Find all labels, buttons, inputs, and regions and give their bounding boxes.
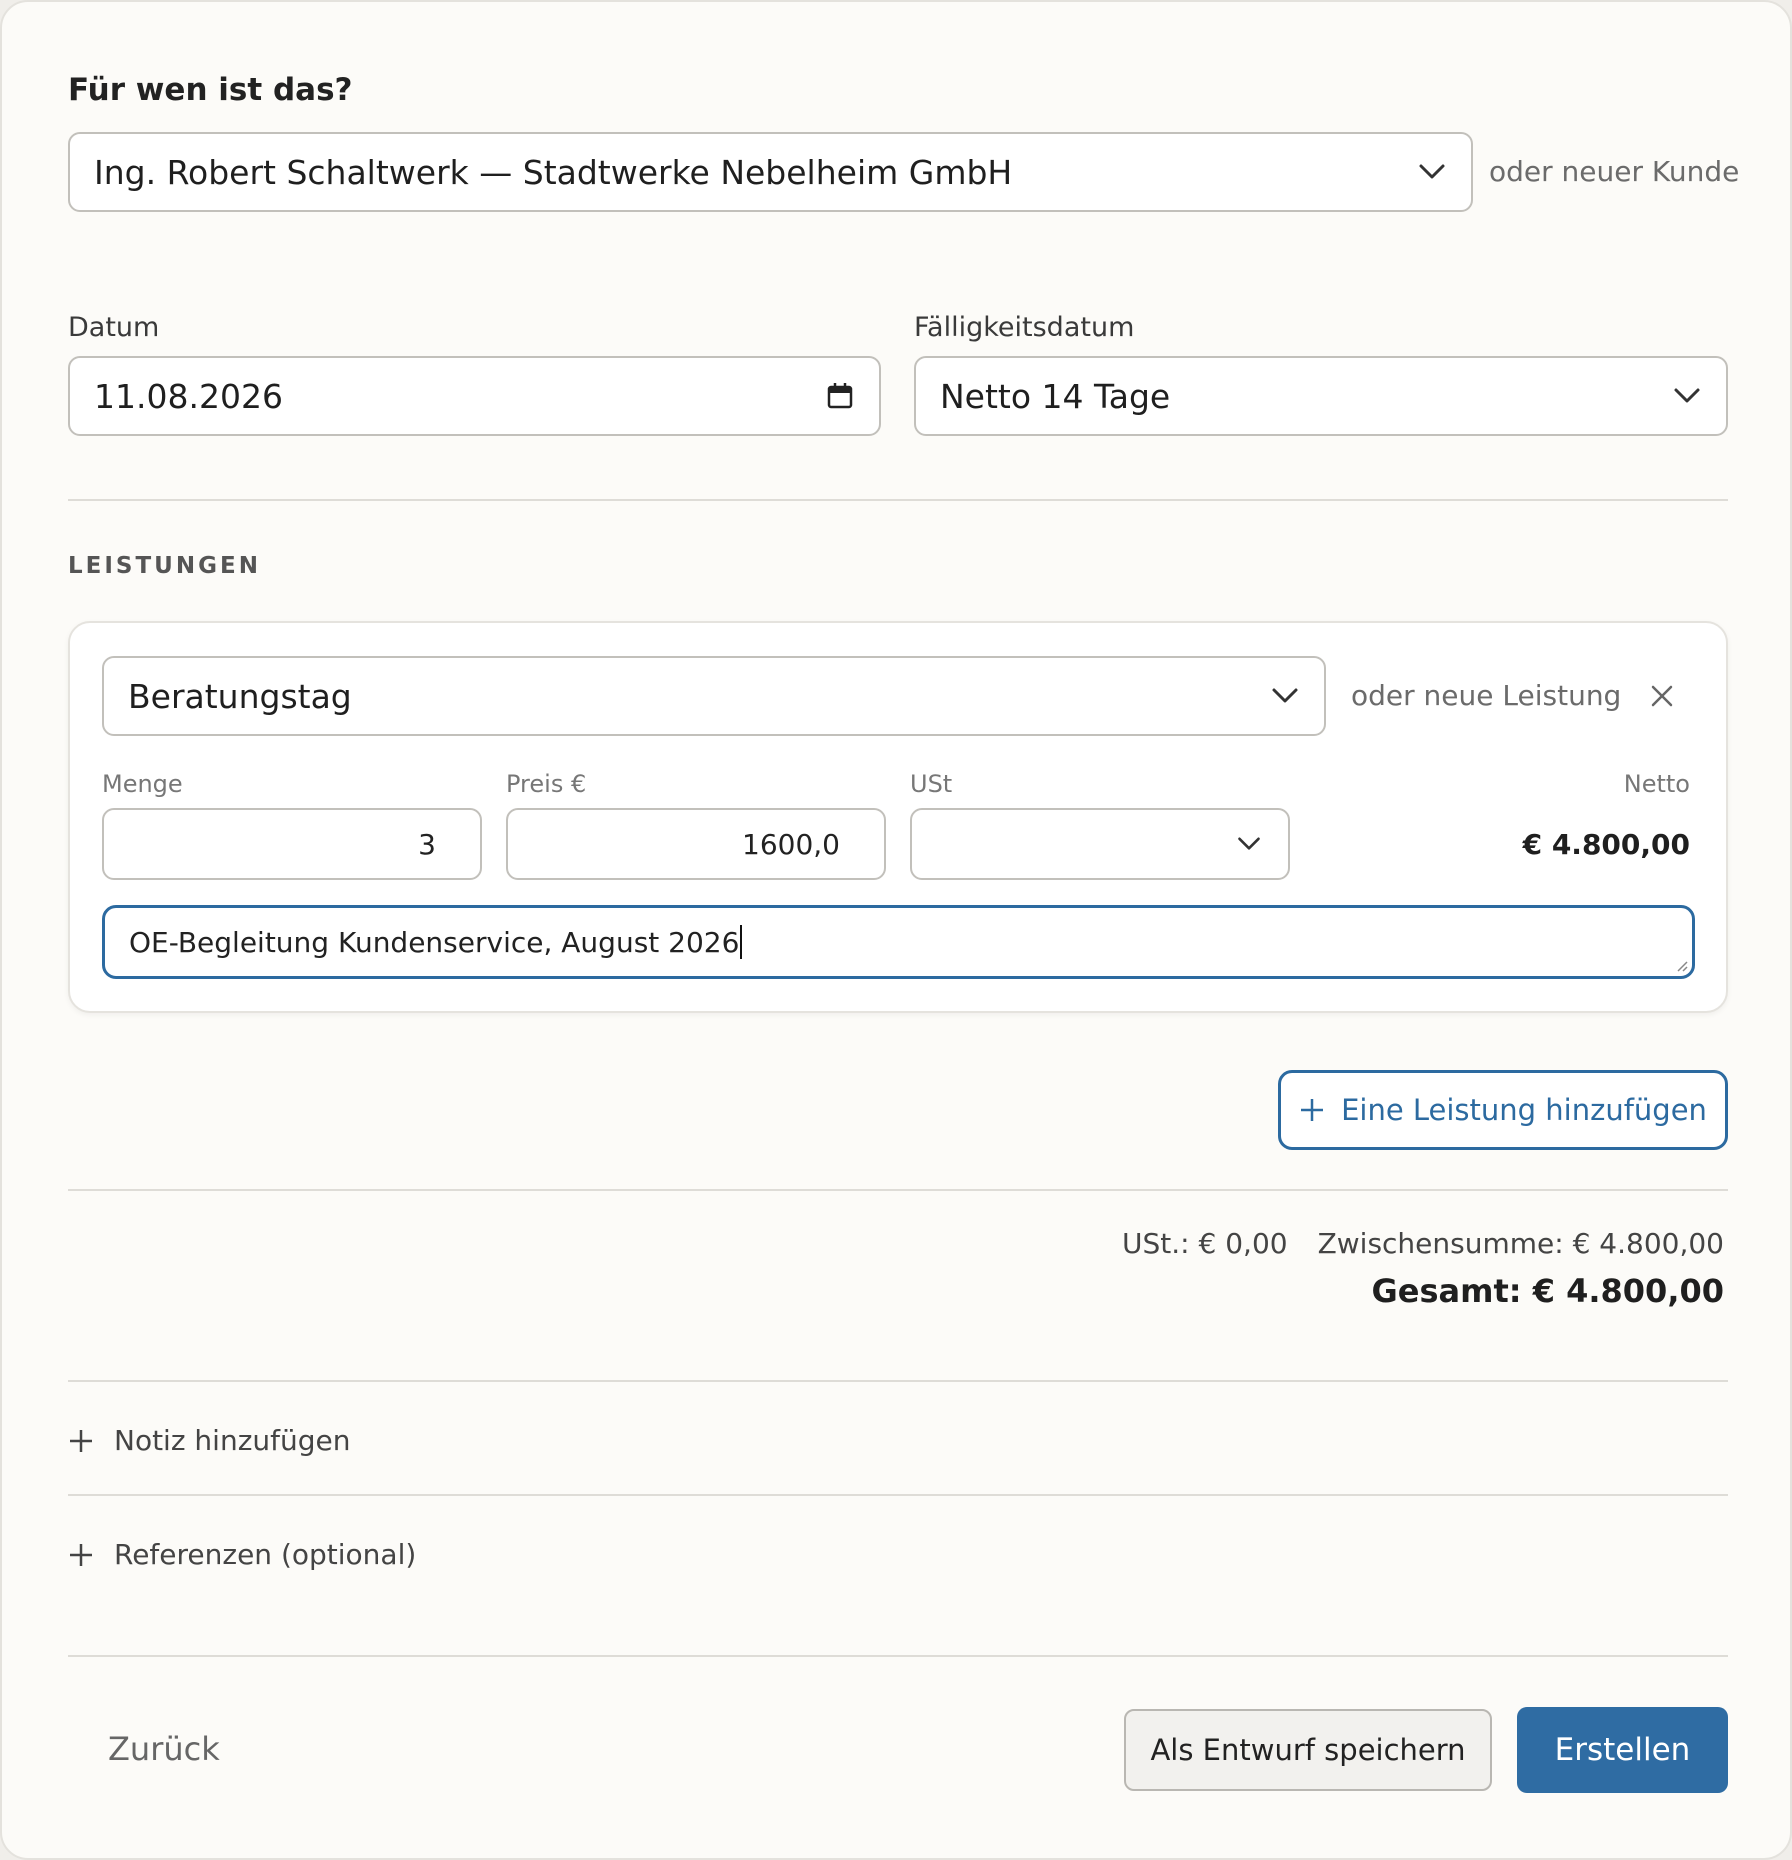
plus-icon xyxy=(1301,1099,1324,1121)
divider xyxy=(68,1189,1728,1191)
quantity-label: Menge xyxy=(102,770,183,798)
chevron-down-icon xyxy=(1270,681,1300,711)
plus-icon xyxy=(68,1428,94,1454)
services-section-title: LEISTUNGEN xyxy=(68,553,261,579)
grand-total: Gesamt: € 4.800,00 xyxy=(1371,1272,1725,1310)
totals-summary: USt.: € 0,00 Zwischensumme: € 4.800,00 xyxy=(1122,1227,1724,1260)
net-amount: € 4.800,00 xyxy=(1522,828,1690,861)
divider xyxy=(68,1655,1728,1657)
vat-total: USt.: € 0,00 xyxy=(1122,1227,1288,1260)
vat-label: USt xyxy=(910,770,953,798)
price-label: Preis € xyxy=(506,770,587,798)
text-caret xyxy=(740,925,743,959)
calendar-icon[interactable] xyxy=(825,381,855,411)
references-label: Referenzen (optional) xyxy=(114,1538,417,1571)
add-note-toggle[interactable]: Notiz hinzufügen xyxy=(68,1424,351,1457)
due-date-label: Fälligkeitsdatum xyxy=(914,312,1135,343)
service-select[interactable]: Beratungstag xyxy=(102,656,1326,736)
customer-heading: Für wen ist das? xyxy=(68,72,353,108)
price-value: 1600,0 xyxy=(742,827,840,861)
service-select-value: Beratungstag xyxy=(128,676,352,716)
add-service-button[interactable]: Eine Leistung hinzufügen xyxy=(1278,1070,1728,1150)
customer-select[interactable]: Ing. Robert Schaltwerk — Stadtwerke Nebe… xyxy=(68,132,1473,212)
quantity-input[interactable]: 3 xyxy=(102,808,482,880)
create-button[interactable]: Erstellen xyxy=(1517,1707,1728,1793)
date-input[interactable]: 11.08.2026 xyxy=(68,356,881,436)
add-service-label: Eine Leistung hinzufügen xyxy=(1341,1093,1707,1127)
close-icon xyxy=(1651,685,1673,707)
references-toggle[interactable]: Referenzen (optional) xyxy=(68,1538,416,1571)
divider xyxy=(68,499,1728,501)
vat-select[interactable] xyxy=(910,808,1290,880)
chevron-down-icon xyxy=(1417,157,1447,187)
chevron-down-icon xyxy=(1672,381,1702,411)
subtotal: Zwischensumme: € 4.800,00 xyxy=(1317,1227,1724,1260)
invoice-form-card: Für wen ist das? Ing. Robert Schaltwerk … xyxy=(0,0,1792,1860)
price-input[interactable]: 1600,0 xyxy=(506,808,886,880)
chevron-down-icon xyxy=(1234,829,1264,859)
plus-icon xyxy=(68,1542,94,1568)
divider xyxy=(68,1494,1728,1496)
due-date-value: Netto 14 Tage xyxy=(940,376,1171,416)
remove-item-button[interactable] xyxy=(1648,682,1676,710)
new-service-link[interactable]: oder neue Leistung xyxy=(1351,679,1621,712)
back-button[interactable]: Zurück xyxy=(108,1730,220,1768)
add-note-label: Notiz hinzufügen xyxy=(114,1424,351,1457)
date-label: Datum xyxy=(68,312,160,343)
description-value: OE-Begleitung Kundenservice, August 2026 xyxy=(129,925,740,959)
resize-handle-icon[interactable] xyxy=(1676,960,1688,972)
net-label: Netto xyxy=(1623,770,1690,798)
due-date-select[interactable]: Netto 14 Tage xyxy=(914,356,1728,436)
description-input[interactable]: OE-Begleitung Kundenservice, August 2026 xyxy=(102,905,1695,979)
divider xyxy=(68,1380,1728,1382)
date-value: 11.08.2026 xyxy=(94,376,283,416)
new-customer-link[interactable]: oder neuer Kunde xyxy=(1489,155,1739,188)
customer-select-value: Ing. Robert Schaltwerk — Stadtwerke Nebe… xyxy=(94,152,1013,192)
save-draft-button[interactable]: Als Entwurf speichern xyxy=(1124,1709,1492,1791)
quantity-value: 3 xyxy=(418,827,436,861)
